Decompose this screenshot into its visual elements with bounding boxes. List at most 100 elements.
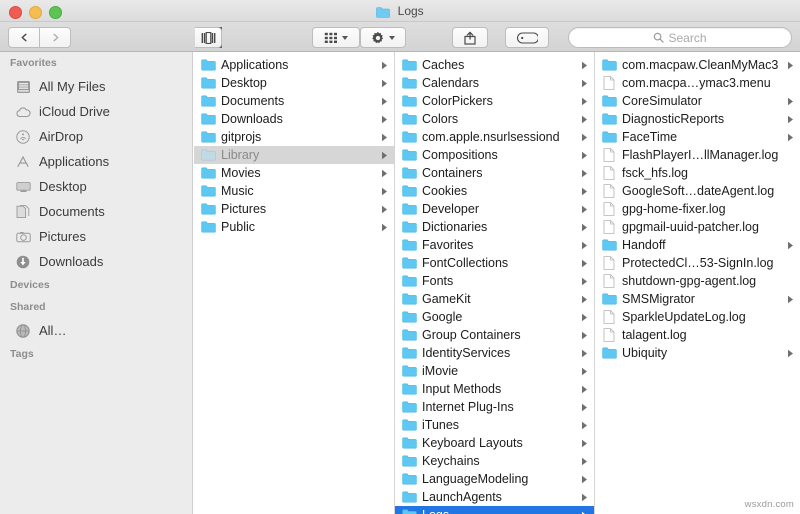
file-row[interactable]: Ubiquity	[595, 344, 800, 362]
file-row[interactable]: IdentityServices	[395, 344, 594, 362]
file-row[interactable]: Public	[194, 218, 394, 236]
folder-icon	[401, 130, 417, 144]
sidebar-item-applications[interactable]: Applications	[0, 149, 192, 174]
file-row[interactable]: gpgmail-uuid-patcher.log	[595, 218, 800, 236]
file-row[interactable]: Applications	[194, 56, 394, 74]
file-row[interactable]: com.apple.nsurlsessiond	[395, 128, 594, 146]
folder-icon	[200, 76, 216, 90]
file-row[interactable]: Caches	[395, 56, 594, 74]
sidebar-item-pictures[interactable]: Pictures	[0, 224, 192, 249]
sidebar-item-all[interactable]: All…	[0, 318, 192, 343]
file-row-label: Logs	[422, 508, 580, 514]
sidebar-item-label: Applications	[39, 154, 110, 169]
file-row[interactable]: iMovie	[395, 362, 594, 380]
file-row[interactable]: shutdown-gpg-agent.log	[595, 272, 800, 290]
folder-icon	[401, 400, 417, 414]
file-row[interactable]: Handoff	[595, 236, 800, 254]
file-row[interactable]: Favorites	[395, 236, 594, 254]
file-row[interactable]: Compositions	[395, 146, 594, 164]
file-row[interactable]: FontCollections	[395, 254, 594, 272]
file-row[interactable]: FlashPlayerI…llManager.log	[595, 146, 800, 164]
file-row[interactable]: Colors	[395, 110, 594, 128]
folder-icon	[401, 292, 417, 306]
folder-icon	[401, 472, 417, 486]
file-row[interactable]: Group Containers	[395, 326, 594, 344]
file-row[interactable]: DiagnosticReports	[595, 110, 800, 128]
document-icon	[601, 256, 617, 270]
arrange-button[interactable]	[312, 27, 360, 48]
file-row[interactable]: Cookies	[395, 182, 594, 200]
disclosure-arrow-icon	[580, 205, 588, 214]
forward-button[interactable]	[39, 27, 71, 48]
file-row[interactable]: SparkleUpdateLog.log	[595, 308, 800, 326]
file-row[interactable]: Keychains	[395, 452, 594, 470]
file-row[interactable]: Calendars	[395, 74, 594, 92]
gallery-view-button[interactable]	[195, 27, 222, 48]
file-row[interactable]: Documents	[194, 92, 394, 110]
sidebar-section-favorites: Favorites	[10, 57, 57, 69]
back-button[interactable]	[8, 27, 40, 48]
file-row[interactable]: Internet Plug-Ins	[395, 398, 594, 416]
file-row[interactable]: Keyboard Layouts	[395, 434, 594, 452]
file-row[interactable]: Downloads	[194, 110, 394, 128]
file-row-label: iTunes	[422, 418, 460, 432]
sidebar-item-downloads[interactable]: Downloads	[0, 249, 192, 274]
file-row[interactable]: LaunchAgents	[395, 488, 594, 506]
file-row-label: Keyboard Layouts	[422, 436, 523, 450]
file-row-label: Group Containers	[422, 328, 521, 342]
folder-icon	[401, 508, 417, 514]
file-row[interactable]: Google	[395, 308, 594, 326]
file-row[interactable]: Movies	[194, 164, 394, 182]
chevron-left-icon	[21, 33, 27, 42]
file-row[interactable]: FaceTime	[595, 128, 800, 146]
folder-icon	[401, 58, 417, 72]
applications-icon	[14, 154, 32, 170]
file-row[interactable]: LanguageModeling	[395, 470, 594, 488]
file-row[interactable]: Music	[194, 182, 394, 200]
search-placeholder: Search	[668, 30, 707, 45]
disclosure-arrow-icon	[380, 151, 388, 160]
sidebar-item-desktop[interactable]: Desktop	[0, 174, 192, 199]
file-row[interactable]: fsck_hfs.log	[595, 164, 800, 182]
file-row[interactable]: ProtectedCl…53-SignIn.log	[595, 254, 800, 272]
tag-button[interactable]	[505, 27, 549, 48]
file-row[interactable]: com.macpaw.CleanMyMac3	[595, 56, 800, 74]
file-row[interactable]: GoogleSoft…dateAgent.log	[595, 182, 800, 200]
action-button[interactable]	[360, 27, 406, 48]
file-row[interactable]: Pictures	[194, 200, 394, 218]
sidebar-item-documents[interactable]: Documents	[0, 199, 192, 224]
file-row[interactable]: gpg-home-fixer.log	[595, 200, 800, 218]
file-row[interactable]: com.macpa…ymac3.menu	[595, 74, 800, 92]
file-row[interactable]: Containers	[395, 164, 594, 182]
file-row[interactable]: ColorPickers	[395, 92, 594, 110]
sidebar-item-icloud-drive[interactable]: iCloud Drive	[0, 99, 192, 124]
folder-icon	[401, 382, 417, 396]
file-row[interactable]: GameKit	[395, 290, 594, 308]
finder-window: Logs Search Favorites All My Files iClou…	[0, 0, 800, 514]
file-row[interactable]: Input Methods	[395, 380, 594, 398]
file-row[interactable]: Desktop	[194, 74, 394, 92]
file-row-label: GoogleSoft…dateAgent.log	[622, 184, 775, 198]
column-2-list: Caches Calendars ColorPickers Colors com.app…	[395, 52, 594, 514]
file-row-label: FlashPlayerI…llManager.log	[622, 148, 779, 162]
document-icon	[601, 220, 617, 234]
share-button[interactable]	[452, 27, 488, 48]
folder-icon	[200, 58, 216, 72]
file-row-label: Handoff	[622, 238, 666, 252]
sidebar-item-airdrop[interactable]: AirDrop	[0, 124, 192, 149]
file-row[interactable]: Developer	[395, 200, 594, 218]
file-row[interactable]: Dictionaries	[395, 218, 594, 236]
file-row[interactable]: Logs	[395, 506, 594, 514]
file-row[interactable]: CoreSimulator	[595, 92, 800, 110]
file-row[interactable]: iTunes	[395, 416, 594, 434]
sidebar-item-label: Downloads	[39, 254, 104, 269]
disclosure-arrow-icon	[380, 61, 388, 70]
file-row[interactable]: SMSMigrator	[595, 290, 800, 308]
file-row[interactable]: gitprojs	[194, 128, 394, 146]
search-input[interactable]: Search	[568, 27, 792, 48]
sidebar-item-all-my-files[interactable]: All My Files	[0, 74, 192, 99]
file-row-label: ProtectedCl…53-SignIn.log	[622, 256, 774, 270]
file-row[interactable]: Fonts	[395, 272, 594, 290]
file-row[interactable]: talagent.log	[595, 326, 800, 344]
file-row[interactable]: Library	[194, 146, 394, 164]
